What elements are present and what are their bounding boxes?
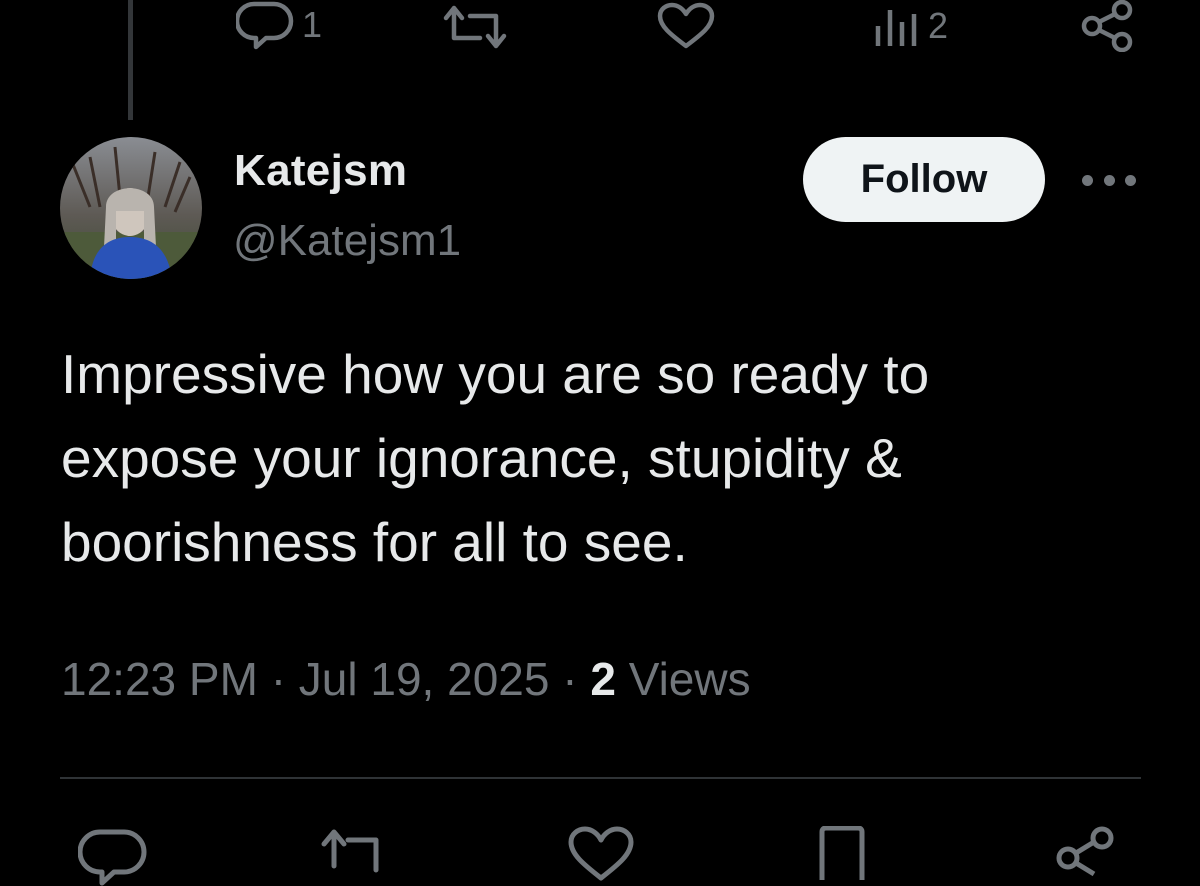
- avatar[interactable]: [60, 137, 202, 279]
- bookmark-icon: [814, 826, 870, 882]
- share-icon: [1080, 0, 1136, 52]
- reply-button[interactable]: 1: [236, 0, 322, 50]
- retweet-icon: [440, 4, 510, 50]
- retweet-button[interactable]: [318, 826, 388, 876]
- previous-tweet-action-bar: 1 2: [0, 0, 1200, 60]
- author-handle[interactable]: @Katejsm1: [233, 216, 461, 266]
- views-count: 2: [928, 5, 949, 46]
- tweet-text-line: Impressive how you are so ready to: [61, 343, 930, 405]
- heart-icon: [566, 826, 636, 882]
- reply-icon: [236, 0, 294, 50]
- share-button[interactable]: [1054, 826, 1118, 882]
- tweet-metadata: 12:23 PM · Jul 19, 2025 · 2 Views: [61, 652, 751, 706]
- like-button[interactable]: [656, 2, 716, 50]
- tweet-text: Impressive how you are so ready to expos…: [61, 332, 1141, 584]
- share-icon: [1054, 826, 1118, 882]
- reply-count: 1: [302, 4, 323, 45]
- more-icon: [1082, 174, 1093, 186]
- follow-button[interactable]: Follow: [803, 137, 1045, 222]
- share-button[interactable]: [1080, 0, 1136, 52]
- tweet-text-line: boorishness for all to see.: [61, 511, 688, 573]
- heart-icon: [656, 2, 716, 50]
- bookmark-button[interactable]: [814, 826, 870, 882]
- more-icon-dot: [1125, 174, 1136, 186]
- tweet-views-label[interactable]: Views: [629, 653, 751, 705]
- more-options-button[interactable]: [1082, 168, 1136, 192]
- meta-separator: ·: [270, 653, 287, 705]
- retweet-button[interactable]: [440, 4, 510, 50]
- like-button[interactable]: [566, 826, 636, 882]
- reply-icon: [78, 826, 148, 886]
- divider: [60, 777, 1141, 779]
- reply-button[interactable]: [78, 826, 148, 886]
- tweet-views-count[interactable]: 2: [590, 653, 616, 705]
- more-icon-dot: [1103, 174, 1115, 186]
- views-icon: [872, 4, 920, 48]
- tweet-date[interactable]: Jul 19, 2025: [299, 653, 550, 705]
- author-display-name[interactable]: Katejsm: [234, 146, 407, 196]
- meta-separator: ·: [562, 653, 578, 705]
- tweet-time[interactable]: 12:23 PM: [61, 653, 258, 705]
- views-button[interactable]: 2: [872, 4, 948, 48]
- retweet-icon: [318, 826, 388, 876]
- tweet-text-line: expose your ignorance, stupidity &: [61, 427, 902, 489]
